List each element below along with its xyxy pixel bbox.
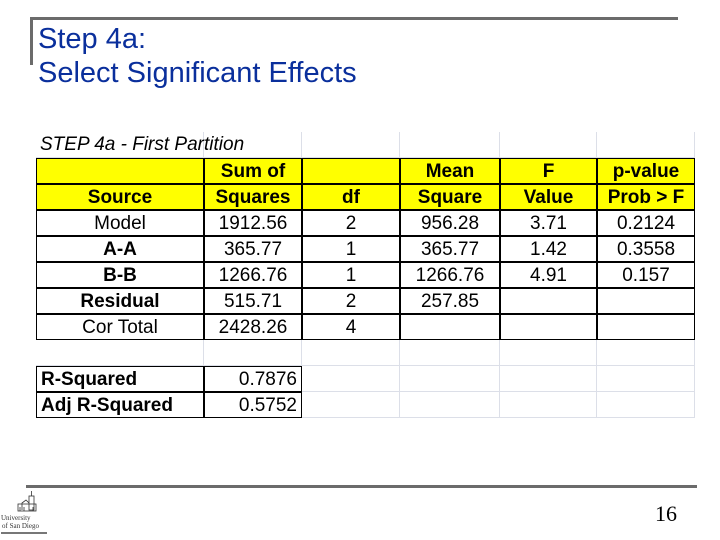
table-cell: 4 (302, 314, 400, 340)
svg-text:University: University (1, 514, 31, 522)
table-cell: 1266.76 (400, 262, 500, 288)
grid-cell (400, 366, 500, 392)
grid-cell (204, 340, 302, 366)
table-cell: 1 (302, 262, 400, 288)
table-cell (597, 314, 695, 340)
grid-cell (400, 392, 500, 418)
slide-title-line2: Select Significant Effects (38, 57, 357, 89)
table-cell: 2 (302, 210, 400, 236)
header-cell: Value (500, 184, 597, 210)
grid-cell (597, 366, 695, 392)
table-cell: 1 (302, 236, 400, 262)
university-logo-icon: University of San Diego (1, 491, 47, 534)
row-source-label: A-A (36, 236, 204, 262)
table-cell: 365.77 (204, 236, 302, 262)
table-cell: 0.2124 (597, 210, 695, 236)
grid-cell (500, 132, 597, 158)
table-cell (400, 314, 500, 340)
header-cell: Sum of (204, 158, 302, 184)
grid-cell (400, 132, 500, 158)
table-cell: 365.77 (400, 236, 500, 262)
title-left-rule (30, 17, 33, 65)
grid-cell (500, 366, 597, 392)
slide-title: Step 4a: Select Significant Effects (38, 22, 357, 90)
grid-cell (302, 366, 400, 392)
grid-cell (302, 340, 400, 366)
row-source-label: Model (36, 210, 204, 236)
title-top-rule (30, 17, 678, 20)
footer-rule (26, 485, 697, 488)
row-source-label: Residual (36, 288, 204, 314)
header-cell: Mean (400, 158, 500, 184)
slide-title-line1: Step 4a: (38, 23, 147, 55)
row-source-label: B-B (36, 262, 204, 288)
header-cell: p-value (597, 158, 695, 184)
table-cell: 515.71 (204, 288, 302, 314)
table-cell: 956.28 (400, 210, 500, 236)
stat-value: 0.7876 (204, 366, 302, 392)
stat-label: Adj R-Squared (36, 392, 204, 418)
stat-value: 0.5752 (204, 392, 302, 418)
header-cell: df (302, 184, 400, 210)
row-source-label: Cor Total (36, 314, 204, 340)
header-cell: F (500, 158, 597, 184)
table-cell: 1912.56 (204, 210, 302, 236)
table-cell: 4.91 (500, 262, 597, 288)
table-cell: 0.157 (597, 262, 695, 288)
sheet-title: STEP 4a - First Partition (40, 134, 245, 155)
table-cell (500, 288, 597, 314)
stat-label: R-Squared (36, 366, 204, 392)
svg-text:of San Diego: of San Diego (2, 522, 39, 530)
header-cell (36, 158, 204, 184)
table-cell: 2428.26 (204, 314, 302, 340)
grid-cell (500, 340, 597, 366)
page-number: 16 (655, 501, 677, 526)
header-cell: Prob > F (597, 184, 695, 210)
table-cell: 2 (302, 288, 400, 314)
grid-cell (400, 340, 500, 366)
table-cell: 1.42 (500, 236, 597, 262)
header-cell: Squares (204, 184, 302, 210)
table-cell: 0.3558 (597, 236, 695, 262)
table-cell: 1266.76 (204, 262, 302, 288)
grid-cell (500, 392, 597, 418)
header-cell: Square (400, 184, 500, 210)
table-cell (500, 314, 597, 340)
grid-cell (597, 132, 695, 158)
header-cell (302, 158, 400, 184)
grid-cell (597, 340, 695, 366)
grid-cell (597, 392, 695, 418)
table-cell: 3.71 (500, 210, 597, 236)
table-cell (597, 288, 695, 314)
header-cell: Source (36, 184, 204, 210)
grid-cell (36, 340, 204, 366)
grid-cell (302, 392, 400, 418)
grid-cell (302, 132, 400, 158)
table-cell: 257.85 (400, 288, 500, 314)
